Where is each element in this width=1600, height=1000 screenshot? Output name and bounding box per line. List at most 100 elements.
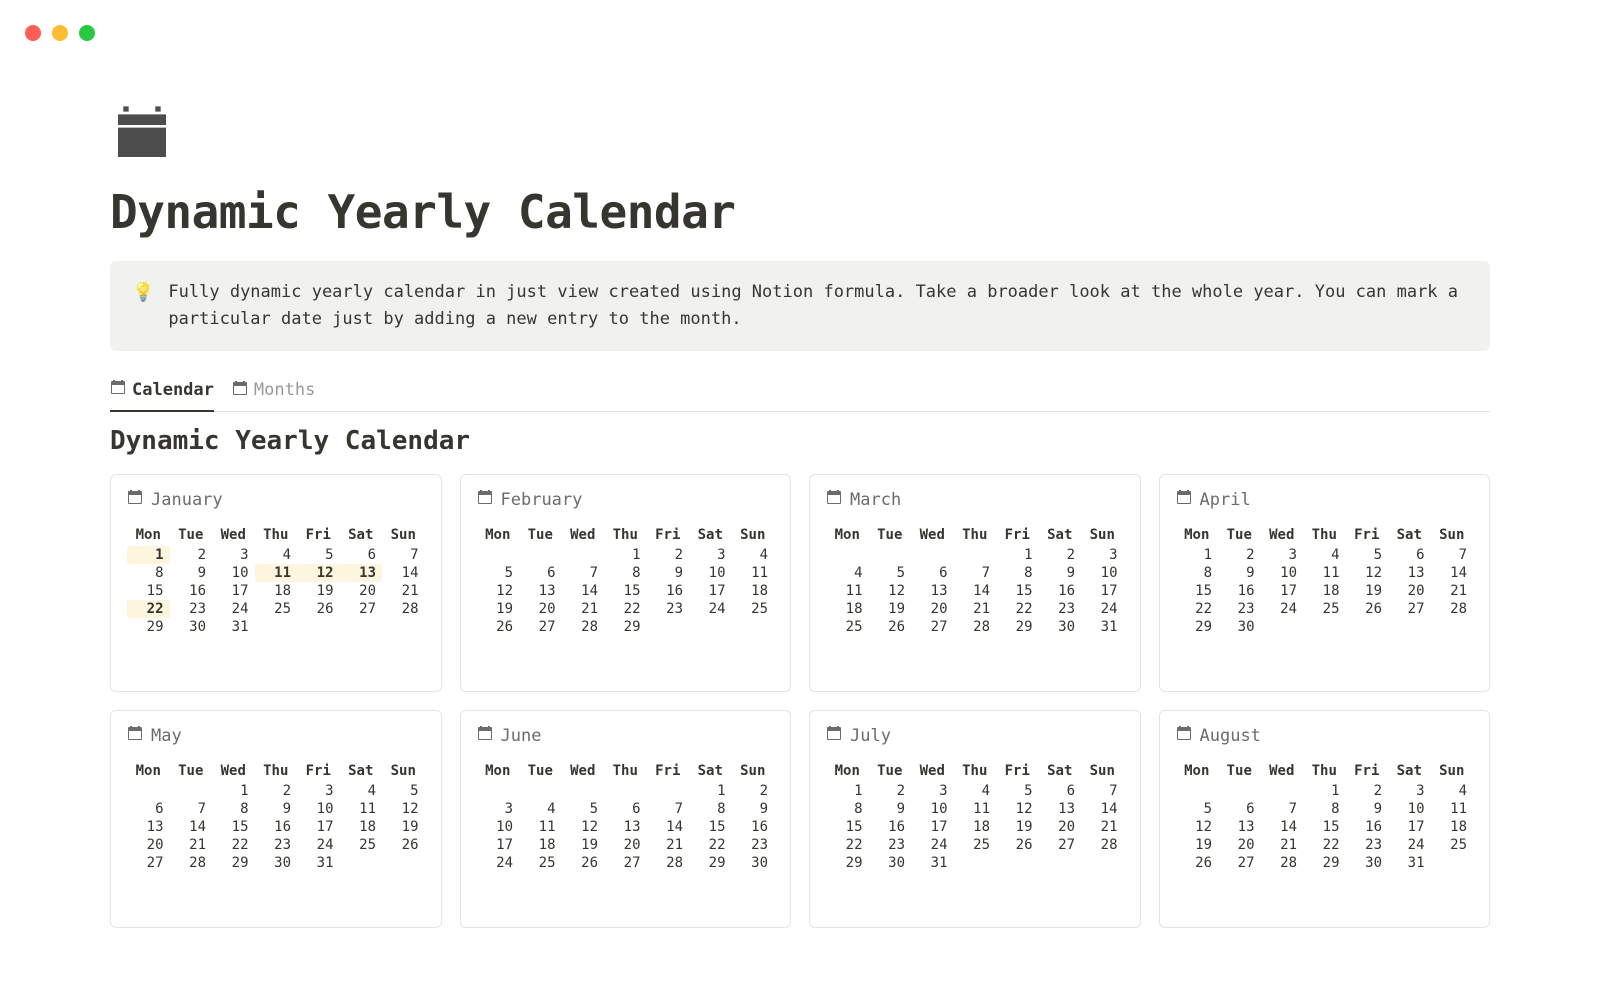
calendar-cell[interactable]: 16 [869,818,912,836]
calendar-cell[interactable]: 30 [255,854,298,872]
calendar-cell[interactable]: 22 [826,836,869,854]
calendar-cell[interactable]: 17 [911,818,954,836]
calendar-cell[interactable]: 7 [1081,782,1124,800]
calendar-cell[interactable]: 29 [826,854,869,872]
calendar-cell[interactable]: 3 [1261,546,1304,564]
month-card-april[interactable]: AprilMonTueWedThuFriSatSun12345678910111… [1159,474,1491,692]
calendar-cell[interactable]: 24 [477,854,520,872]
calendar-cell[interactable]: 14 [1261,818,1304,836]
calendar-cell[interactable]: 24 [1261,600,1304,618]
calendar-cell[interactable]: 2 [732,782,775,800]
calendar-cell[interactable]: 20 [1388,582,1431,600]
calendar-cell[interactable]: 15 [689,818,732,836]
calendar-cell[interactable]: 27 [340,600,383,618]
calendar-cell[interactable]: 9 [732,800,775,818]
calendar-cell[interactable]: 22 [689,836,732,854]
calendar-cell[interactable]: 9 [1218,564,1261,582]
calendar-cell[interactable]: 24 [297,836,340,854]
calendar-cell[interactable]: 26 [996,836,1039,854]
calendar-cell[interactable]: 8 [604,564,647,582]
calendar-cell[interactable]: 10 [1261,564,1304,582]
calendar-cell[interactable]: 10 [477,818,520,836]
calendar-cell[interactable]: 8 [1176,564,1219,582]
calendar-cell[interactable]: 25 [255,600,298,618]
calendar-cell[interactable]: 4 [255,546,298,564]
calendar-cell[interactable]: 30 [732,854,775,872]
calendar-cell[interactable]: 14 [1081,800,1124,818]
calendar-cell[interactable]: 28 [382,600,425,618]
calendar-cell[interactable]: 2 [170,546,213,564]
calendar-cell[interactable]: 17 [477,836,520,854]
calendar-cell[interactable]: 16 [732,818,775,836]
calendar-cell[interactable]: 26 [869,618,912,636]
calendar-cell[interactable]: 25 [1303,600,1346,618]
calendar-cell[interactable]: 9 [647,564,690,582]
calendar-cell[interactable]: 2 [1039,546,1082,564]
calendar-cell[interactable]: 7 [382,546,425,564]
calendar-cell[interactable]: 28 [562,618,605,636]
calendar-cell[interactable]: 21 [382,582,425,600]
calendar-cell[interactable]: 21 [562,600,605,618]
calendar-cell[interactable]: 1 [996,546,1039,564]
calendar-cell[interactable]: 26 [1346,600,1389,618]
calendar-cell[interactable]: 11 [1431,800,1474,818]
month-card-may[interactable]: MayMonTueWedThuFriSatSun 123456789101112… [110,710,442,928]
month-card-march[interactable]: MarchMonTueWedThuFriSatSun 1234567891011… [809,474,1141,692]
calendar-cell[interactable]: 21 [1261,836,1304,854]
calendar-cell[interactable]: 23 [732,836,775,854]
tab-calendar[interactable]: Calendar [110,371,214,412]
calendar-cell[interactable]: 12 [297,564,340,582]
calendar-cell[interactable]: 7 [647,800,690,818]
calendar-cell[interactable]: 14 [1431,564,1474,582]
calendar-cell[interactable]: 12 [1346,564,1389,582]
month-card-january[interactable]: JanuaryMonTueWedThuFriSatSun123456789101… [110,474,442,692]
calendar-cell[interactable]: 1 [826,782,869,800]
calendar-cell[interactable]: 4 [954,782,997,800]
calendar-cell[interactable]: 2 [647,546,690,564]
calendar-cell[interactable]: 15 [996,582,1039,600]
calendar-cell[interactable]: 19 [1176,836,1219,854]
calendar-cell[interactable]: 24 [911,836,954,854]
calendar-cell[interactable]: 11 [1303,564,1346,582]
calendar-cell[interactable]: 5 [562,800,605,818]
calendar-cell[interactable]: 26 [562,854,605,872]
calendar-cell[interactable]: 23 [170,600,213,618]
calendar-cell[interactable]: 6 [911,564,954,582]
calendar-cell[interactable]: 22 [1176,600,1219,618]
calendar-cell[interactable]: 25 [732,600,775,618]
calendar-cell[interactable]: 11 [340,800,383,818]
calendar-cell[interactable]: 27 [604,854,647,872]
calendar-cell[interactable]: 21 [170,836,213,854]
calendar-cell[interactable]: 30 [1218,618,1261,636]
calendar-cell[interactable]: 1 [604,546,647,564]
minimize-window-button[interactable] [52,25,68,41]
calendar-cell[interactable]: 1 [212,782,255,800]
calendar-cell[interactable]: 8 [996,564,1039,582]
calendar-cell[interactable]: 10 [911,800,954,818]
calendar-cell[interactable]: 5 [1176,800,1219,818]
calendar-cell[interactable]: 13 [911,582,954,600]
calendar-cell[interactable]: 17 [1081,582,1124,600]
calendar-cell[interactable]: 8 [826,800,869,818]
calendar-cell[interactable]: 25 [519,854,562,872]
calendar-cell[interactable]: 12 [869,582,912,600]
calendar-cell[interactable]: 22 [604,600,647,618]
calendar-cell[interactable]: 17 [689,582,732,600]
callout-block[interactable]: 💡 Fully dynamic yearly calendar in just … [110,261,1490,351]
calendar-cell[interactable]: 6 [604,800,647,818]
calendar-cell[interactable]: 4 [732,546,775,564]
calendar-cell[interactable]: 7 [562,564,605,582]
calendar-cell[interactable]: 12 [996,800,1039,818]
calendar-cell[interactable]: 15 [604,582,647,600]
calendar-cell[interactable]: 19 [477,600,520,618]
calendar-cell[interactable]: 6 [1388,546,1431,564]
calendar-cell[interactable]: 8 [1303,800,1346,818]
calendar-cell[interactable]: 12 [382,800,425,818]
calendar-cell[interactable]: 29 [212,854,255,872]
calendar-cell[interactable]: 8 [212,800,255,818]
calendar-cell[interactable]: 16 [1346,818,1389,836]
calendar-cell[interactable]: 4 [340,782,383,800]
calendar-cell[interactable]: 8 [127,564,170,582]
calendar-cell[interactable]: 25 [340,836,383,854]
calendar-cell[interactable]: 31 [212,618,255,636]
